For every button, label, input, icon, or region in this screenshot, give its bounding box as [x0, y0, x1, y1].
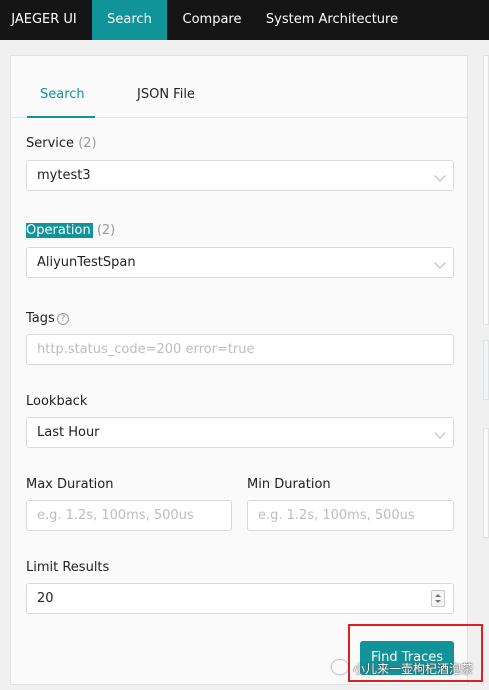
- operation-label: Operation (2): [26, 223, 115, 238]
- min-duration-input[interactable]: e.g. 1.2s, 100ms, 500us: [247, 500, 454, 531]
- limit-results-input[interactable]: 20: [26, 583, 454, 614]
- nav-search[interactable]: Search: [92, 0, 167, 40]
- tags-input[interactable]: http.status_code=200 error=true: [26, 334, 454, 365]
- active-tab-indicator: [27, 116, 95, 118]
- service-label-text: Service: [26, 136, 75, 151]
- wechat-icon: [332, 660, 348, 674]
- lookback-select[interactable]: Last Hour: [26, 417, 454, 448]
- stepper-up-icon[interactable]: [435, 594, 441, 597]
- operation-select[interactable]: AliyunTestSpan: [26, 247, 454, 278]
- operation-value: AliyunTestSpan: [37, 255, 136, 270]
- number-stepper-icon[interactable]: [431, 590, 445, 607]
- tags-label: Tags: [26, 311, 55, 326]
- lookback-value: Last Hour: [37, 425, 100, 440]
- lookback-label: Lookback: [26, 394, 88, 409]
- nav-compare[interactable]: Compare: [173, 0, 251, 40]
- top-nav-bar: JAEGER UI Search Compare System Architec…: [0, 0, 489, 40]
- operation-label-text: Operation: [26, 223, 93, 238]
- min-duration-placeholder: e.g. 1.2s, 100ms, 500us: [258, 508, 415, 523]
- service-select[interactable]: mytest3: [26, 160, 454, 191]
- service-label: Service (2): [26, 136, 97, 151]
- stepper-down-icon[interactable]: [435, 600, 441, 603]
- question-circle-icon[interactable]: ?: [57, 313, 69, 325]
- max-duration-label: Max Duration: [26, 477, 114, 492]
- chevron-down-icon: [434, 427, 446, 439]
- tags-placeholder: http.status_code=200 error=true: [37, 342, 255, 357]
- results-panel-edge: [483, 340, 489, 400]
- max-duration-placeholder: e.g. 1.2s, 100ms, 500us: [37, 508, 194, 523]
- nav-system-architecture[interactable]: System Architecture: [262, 0, 402, 40]
- chevron-down-icon: [434, 257, 446, 269]
- watermark-text: 小儿来一壶枸杞酒泡茶: [353, 662, 474, 676]
- brand-logo[interactable]: JAEGER UI: [0, 0, 88, 40]
- max-duration-input[interactable]: e.g. 1.2s, 100ms, 500us: [26, 500, 232, 531]
- service-value: mytest3: [37, 168, 91, 183]
- tab-search[interactable]: Search: [40, 87, 85, 102]
- results-panel-edge: [483, 428, 489, 538]
- results-panel-edge: [483, 55, 489, 325]
- service-count: (2): [78, 136, 97, 151]
- limit-results-label: Limit Results: [26, 560, 110, 575]
- operation-count: (2): [96, 223, 116, 238]
- min-duration-label: Min Duration: [247, 477, 331, 492]
- tab-json-file[interactable]: JSON File: [137, 87, 195, 102]
- chevron-down-icon: [434, 170, 446, 182]
- limit-results-value: 20: [37, 591, 54, 606]
